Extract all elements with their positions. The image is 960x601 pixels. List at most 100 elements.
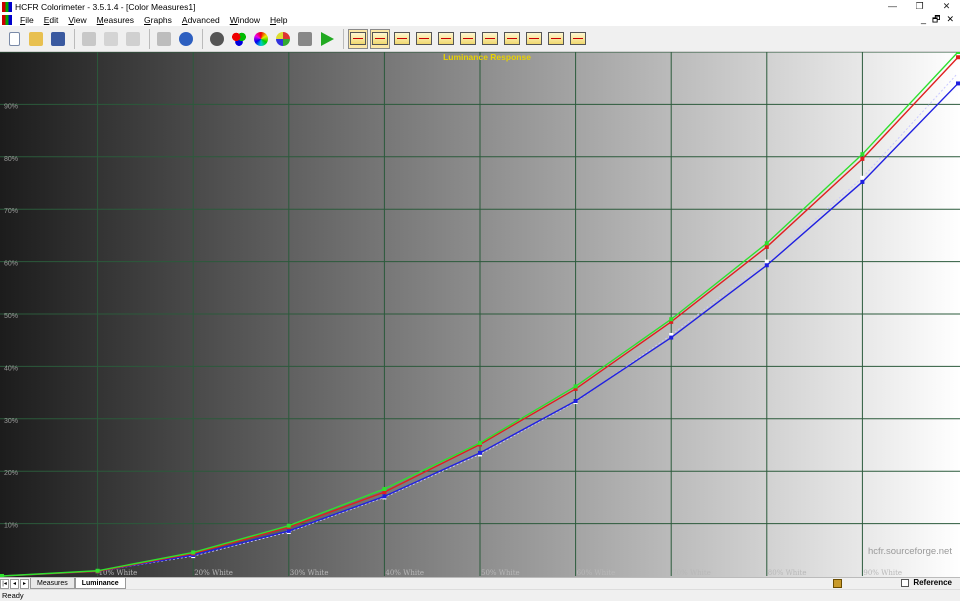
camera-icon (298, 31, 312, 46)
gamma-graph-icon (372, 32, 388, 45)
play-button[interactable] (317, 29, 337, 49)
help-icon (179, 31, 193, 46)
x-tick-label: 80% White (768, 569, 807, 577)
restore-button[interactable]: ❐ (906, 0, 933, 13)
rgb-levels-graph-icon (394, 32, 410, 45)
delta-e-graph-icon (548, 32, 564, 45)
status-text: Ready (2, 591, 24, 600)
rgb-measure-button[interactable] (229, 29, 249, 49)
x-tick-label: 70% White (672, 569, 711, 577)
window-controls: — ❐ ✕ (879, 0, 960, 13)
luminance-chart[interactable]: 10%20%30%40%50%60%70%80%90% 10% White 20%… (0, 52, 960, 577)
copy-button[interactable] (101, 29, 121, 49)
sensor-button[interactable] (207, 29, 227, 49)
luminance-graph-icon (350, 32, 366, 45)
reference-toggle[interactable]: Reference (901, 578, 952, 587)
reference-checkbox[interactable] (901, 578, 910, 587)
next-tab-button[interactable]: ▸ (20, 578, 29, 589)
menu-view[interactable]: View (63, 15, 91, 25)
menu-edit[interactable]: Edit (39, 15, 64, 25)
mdi-close-button[interactable]: ✕ (946, 13, 954, 26)
camera-button[interactable] (295, 29, 315, 49)
color-picker-button[interactable] (251, 29, 271, 49)
green-series-point (956, 52, 960, 54)
x-tick-label: 50% White (481, 569, 520, 577)
toolbar (0, 26, 960, 52)
red-series-point (860, 156, 865, 161)
color-temp-graph-button[interactable] (414, 29, 434, 49)
near-white-graph-button[interactable] (502, 29, 522, 49)
free-measures-graph-icon (570, 32, 586, 45)
open-folder-icon (29, 31, 43, 46)
free-measures-graph-button[interactable] (568, 29, 588, 49)
color-picker-icon (254, 31, 268, 46)
close-button[interactable]: ✕ (933, 0, 960, 13)
saturation-graph-button[interactable] (458, 29, 478, 49)
new-file-icon (8, 31, 20, 46)
tab-measures[interactable]: Measures (30, 578, 75, 589)
luminance-graph-button[interactable] (348, 28, 368, 49)
x-tick-label: 90% White (863, 569, 902, 577)
rgb-levels-graph-button[interactable] (392, 29, 412, 49)
gamma-graph-button[interactable] (370, 28, 390, 49)
reference-label: Reference (913, 578, 952, 587)
toolbar-separator (343, 28, 344, 49)
color-temp-graph-icon (416, 32, 432, 45)
paste-button[interactable] (123, 29, 143, 49)
document-icon[interactable] (2, 14, 12, 25)
open-button[interactable] (26, 29, 46, 49)
chart-title: Luminance Response (443, 52, 531, 62)
y-tick-label: 80% (4, 156, 18, 163)
new-file-button[interactable] (4, 29, 24, 49)
prev-tab-button[interactable]: ◂ (10, 578, 19, 589)
delta-e-graph-button[interactable] (546, 29, 566, 49)
cut-icon (82, 31, 96, 46)
menu-measures[interactable]: Measures (92, 15, 139, 25)
tab-luminance[interactable]: Luminance (74, 578, 126, 589)
cut-button[interactable] (79, 29, 99, 49)
blue-series-point (382, 494, 387, 499)
blue-series-point (669, 335, 674, 340)
rgb-icon (232, 31, 246, 46)
green-series-point (669, 317, 674, 322)
save-button[interactable] (48, 29, 68, 49)
y-tick-label: 60% (4, 261, 18, 268)
minimize-button[interactable]: — (879, 0, 906, 13)
y-tick-label: 50% (4, 313, 18, 320)
sensor-icon (210, 31, 224, 46)
mdi-minimize-button[interactable]: _ (921, 13, 926, 26)
y-tick-label: 70% (4, 208, 18, 215)
cie-chart-icon (438, 32, 454, 45)
x-tick-label: 20% White (194, 569, 233, 577)
menu-file[interactable]: File (15, 15, 39, 25)
help-button[interactable] (176, 29, 196, 49)
patterns-button[interactable] (273, 29, 293, 49)
green-series-point (478, 440, 482, 445)
tab-bar: |◂ ◂ ▸ Measures Luminance Reference (0, 577, 960, 589)
reference-point (956, 70, 960, 75)
mdi-controls: _ 🗗 ✕ (921, 13, 954, 26)
cie-chart-button[interactable] (436, 29, 456, 49)
first-tab-button[interactable]: |◂ (0, 578, 9, 589)
save-icon (51, 31, 65, 46)
reference-point (860, 175, 865, 180)
pin-icon[interactable] (833, 579, 842, 588)
menu-help[interactable]: Help (265, 15, 292, 25)
red-series-point (764, 244, 769, 249)
color-checker-graph-button[interactable] (524, 29, 544, 49)
near-black-graph-button[interactable] (480, 29, 500, 49)
x-tick-label: 40% White (385, 569, 424, 577)
toolbar-separator (74, 28, 75, 49)
green-series-point (95, 568, 100, 573)
patterns-icon (276, 31, 290, 46)
play-icon (320, 31, 334, 46)
print-button[interactable] (154, 29, 174, 49)
menu-graphs[interactable]: Graphs (139, 15, 177, 25)
menu-advanced[interactable]: Advanced (177, 15, 225, 25)
title-bar: HCFR Colorimeter - 3.5.1.4 - [Color Meas… (0, 0, 960, 13)
red-series-point (956, 55, 960, 60)
mdi-restore-button[interactable]: 🗗 (932, 13, 940, 26)
color-checker-graph-icon (526, 32, 542, 45)
menu-window[interactable]: Window (225, 15, 265, 25)
copy-icon (104, 31, 118, 46)
